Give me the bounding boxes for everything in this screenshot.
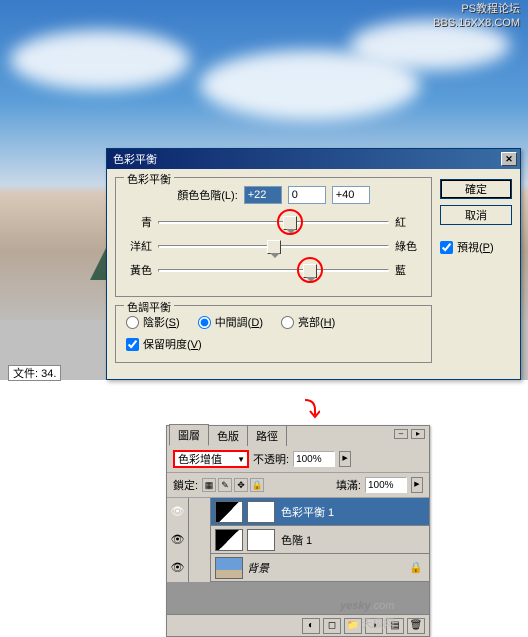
- fill-flyout-icon[interactable]: ▶: [411, 477, 423, 493]
- layer-style-icon[interactable]: ◐: [302, 618, 320, 634]
- mask-thumb: [247, 501, 275, 523]
- visibility-icon[interactable]: 👁: [167, 526, 189, 554]
- ok-button[interactable]: 確定: [440, 179, 512, 199]
- status-bar: 文件: 34.: [8, 365, 61, 381]
- yesky-watermark: yesky.com 天极网: [340, 592, 394, 631]
- mask-thumb: [247, 529, 275, 551]
- magenta-green-slider[interactable]: [158, 239, 389, 253]
- visibility-icon[interactable]: 👁: [167, 554, 189, 582]
- tab-layers[interactable]: 圖層: [169, 424, 209, 446]
- level-magenta-green-input[interactable]: [288, 186, 326, 204]
- preview-checkbox[interactable]: 預視(P): [440, 239, 512, 255]
- layer-row[interactable]: 👁 背景 🔒: [167, 554, 429, 582]
- color-balance-group: 色彩平衡 顏色色階(L): 青 紅 洋紅: [115, 177, 432, 297]
- lock-position-icon[interactable]: ✥: [234, 478, 248, 492]
- layer-row[interactable]: 👁 色彩平衡 1: [167, 498, 429, 526]
- fill-input[interactable]: 100%: [365, 477, 407, 493]
- tone-balance-group: 色調平衡 陰影(S) 中間調(D) 亮部(H) 保留明度(V): [115, 305, 432, 363]
- minimize-icon[interactable]: –: [394, 429, 408, 439]
- arrow-indicator: [290, 395, 320, 425]
- panel-menu-icon[interactable]: ▸: [411, 429, 425, 439]
- close-icon[interactable]: ✕: [501, 152, 517, 166]
- opacity-input[interactable]: 100%: [293, 451, 335, 467]
- cancel-button[interactable]: 取消: [440, 205, 512, 225]
- adjustment-thumb: [215, 501, 243, 523]
- lock-all-icon[interactable]: 🔒: [250, 478, 264, 492]
- delete-layer-icon[interactable]: 🗑: [407, 618, 425, 634]
- shadows-radio[interactable]: 陰影(S): [126, 314, 180, 330]
- lock-pixels-icon[interactable]: ✎: [218, 478, 232, 492]
- dialog-titlebar[interactable]: 色彩平衡 ✕: [107, 149, 520, 169]
- visibility-icon[interactable]: 👁: [167, 498, 189, 526]
- lock-icon: 🔒: [409, 561, 423, 574]
- yellow-blue-slider[interactable]: [158, 263, 389, 277]
- tab-channels[interactable]: 色版: [208, 425, 248, 446]
- link-col[interactable]: [189, 498, 211, 526]
- level-cyan-red-input[interactable]: [244, 186, 282, 204]
- layer-mask-icon[interactable]: ◻: [323, 618, 341, 634]
- preserve-luminosity-checkbox[interactable]: 保留明度(V): [126, 336, 421, 352]
- cyan-red-slider[interactable]: [158, 215, 389, 229]
- tab-paths[interactable]: 路徑: [247, 425, 287, 446]
- adjustment-thumb: [215, 529, 243, 551]
- levels-label: 顏色色階(L):: [177, 187, 238, 203]
- lock-transparent-icon[interactable]: ▦: [202, 478, 216, 492]
- link-col[interactable]: [189, 554, 211, 582]
- blend-mode-select[interactable]: 色彩增值: [173, 450, 249, 468]
- highlights-radio[interactable]: 亮部(H): [281, 314, 335, 330]
- color-balance-dialog: 色彩平衡 ✕ 色彩平衡 顏色色階(L): 青: [106, 148, 521, 380]
- layer-thumb: [215, 557, 243, 579]
- layer-row[interactable]: 👁 色階 1: [167, 526, 429, 554]
- watermark: PS教程论坛 BBS.16XX8.COM: [433, 2, 520, 31]
- midtones-radio[interactable]: 中間調(D): [198, 314, 263, 330]
- opacity-flyout-icon[interactable]: ▶: [339, 451, 351, 467]
- level-yellow-blue-input[interactable]: [332, 186, 370, 204]
- link-col[interactable]: [189, 526, 211, 554]
- dialog-title: 色彩平衡: [110, 151, 501, 167]
